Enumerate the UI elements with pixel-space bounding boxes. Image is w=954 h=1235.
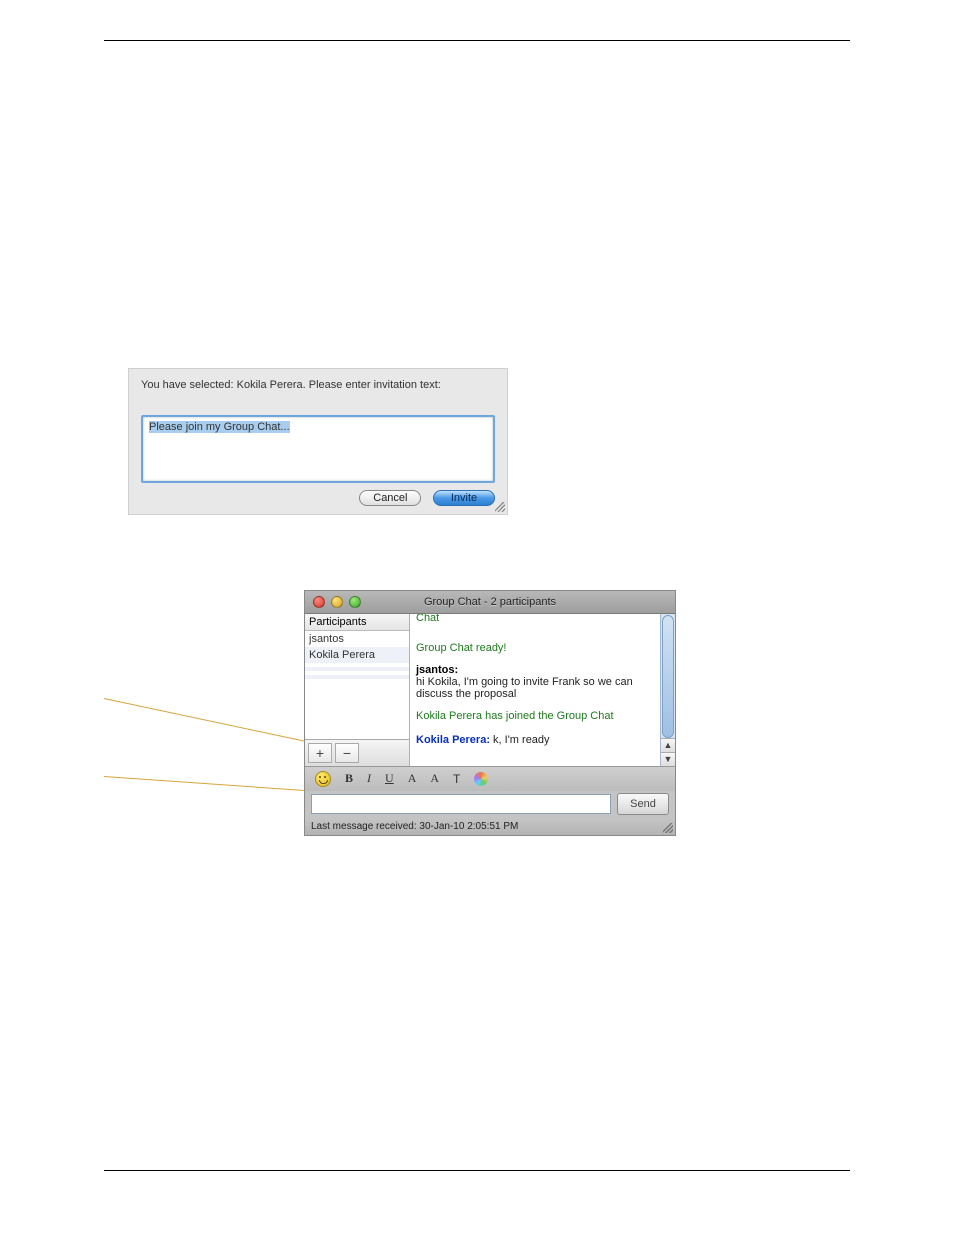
increase-size-button[interactable]: A <box>430 771 439 786</box>
window-titlebar: Group Chat - 2 participants <box>305 591 675 614</box>
send-button[interactable]: Send <box>617 793 669 815</box>
footer-rule <box>104 1170 850 1171</box>
chat-message: Kokila Perera: k, I'm ready <box>416 734 656 746</box>
chat-message: jsantos: hi Kokila, I'm going to invite … <box>416 664 656 700</box>
bullet-3: • In the contact list, right-click on a … <box>128 1023 850 1041</box>
chat-sender: Kokila Perera: <box>416 734 490 746</box>
chat-sender: jsantos: <box>416 664 458 676</box>
scroll-up-icon[interactable]: ▲ <box>661 738 675 752</box>
step-5-text: The following prompt appears: <box>142 71 317 86</box>
dialog-prompt: You have selected: Kokila Perera. Please… <box>141 379 495 391</box>
invitation-dialog: You have selected: Kokila Perera. Please… <box>128 368 508 515</box>
para-invite-anytime: You can invite more people to the group … <box>104 910 850 928</box>
header-product: Bria 3 for Mac User Guide – Retail Deplo… <box>104 20 339 32</box>
header-rule <box>104 40 850 41</box>
bullet-2: • Drag a contact from the contact list i… <box>128 995 850 1013</box>
invitation-text-input[interactable]: Please join my Group Chat... <box>141 415 495 483</box>
bullet-3-text: In the contact list, right-click on a co… <box>136 1024 565 1039</box>
chat-body-text: hi Kokila, I'm going to invite Frank so … <box>416 676 633 700</box>
chat-body-text: k, I'm ready <box>490 734 550 746</box>
font-button[interactable]: T <box>453 772 460 786</box>
step-6: 6. Click invite. <box>128 533 850 551</box>
list-item: jsantos <box>305 631 409 647</box>
emoji-icon[interactable] <box>315 771 331 787</box>
step-6-label: 6. <box>128 534 139 549</box>
step-8-text: To invite more participants, click the +… <box>128 853 846 886</box>
annot-add-line <box>104 698 319 745</box>
bullet-2-text: Drag a contact from the contact list int… <box>136 996 488 1011</box>
participants-list: jsantos Kokila Perera <box>305 631 409 739</box>
invite-button[interactable]: Invite <box>433 490 495 506</box>
format-toolbar: B I U A A T <box>305 766 675 791</box>
resize-grip-icon <box>663 823 673 833</box>
para-three-ways: There are three ways to invite more peop… <box>104 938 850 956</box>
join-notice: Kokila Perera has joined the Group Chat <box>416 710 656 722</box>
remove-participant-button[interactable]: − <box>335 743 359 763</box>
message-input[interactable] <box>311 794 611 814</box>
decrease-size-button[interactable]: A <box>408 771 417 786</box>
resize-grip-icon <box>495 502 505 512</box>
step-8-label: 7. <box>128 853 139 868</box>
invitation-default-text: Please join my Group Chat... <box>149 421 290 433</box>
status-bar: Last message received: 30-Jan-10 2:05:51… <box>305 819 675 835</box>
color-button[interactable] <box>474 772 488 786</box>
chat-scrollbar[interactable]: ▲ ▼ <box>660 614 675 766</box>
step-6-text: Click invite. <box>142 534 208 549</box>
italic-button[interactable]: I <box>367 771 371 786</box>
group-chat-window: Group Chat - 2 participants Participants… <box>304 590 676 836</box>
chat-transcript: Chat Group Chat ready! jsantos: hi Kokil… <box>410 614 660 766</box>
bold-button[interactable]: B <box>345 771 353 786</box>
scroll-down-icon[interactable]: ▼ <box>661 752 675 766</box>
list-item <box>305 675 409 679</box>
minimize-icon[interactable] <box>331 596 343 608</box>
last-message-status: Last message received: 30-Jan-10 2:05:51… <box>311 821 518 832</box>
step-5-label: 5. <box>128 71 139 86</box>
add-participant-button[interactable]: + <box>308 743 332 763</box>
list-item: Kokila Perera <box>305 647 409 663</box>
cancel-button[interactable]: Cancel <box>359 490 421 506</box>
header-section: Using Bria <box>799 20 850 32</box>
underline-button[interactable]: U <box>385 771 394 786</box>
page-number: 39 <box>838 1182 850 1194</box>
bullet-1: • Click the + button. <box>128 966 850 984</box>
zoom-icon[interactable] <box>349 596 361 608</box>
step-7-text: The messages you have sent (jsantos, in … <box>128 561 850 579</box>
step-5: 5. The following prompt appears: <box>128 70 850 88</box>
system-ready-message: Group Chat ready! <box>416 642 656 654</box>
close-icon[interactable] <box>313 596 325 608</box>
annot-format-line <box>104 776 319 792</box>
step-8: 7. To invite more participants, click th… <box>128 852 850 888</box>
participants-header: Participants <box>305 614 409 631</box>
chat-header: Chat <box>416 614 656 624</box>
bullet-1-text: Click the + button. <box>136 967 240 982</box>
